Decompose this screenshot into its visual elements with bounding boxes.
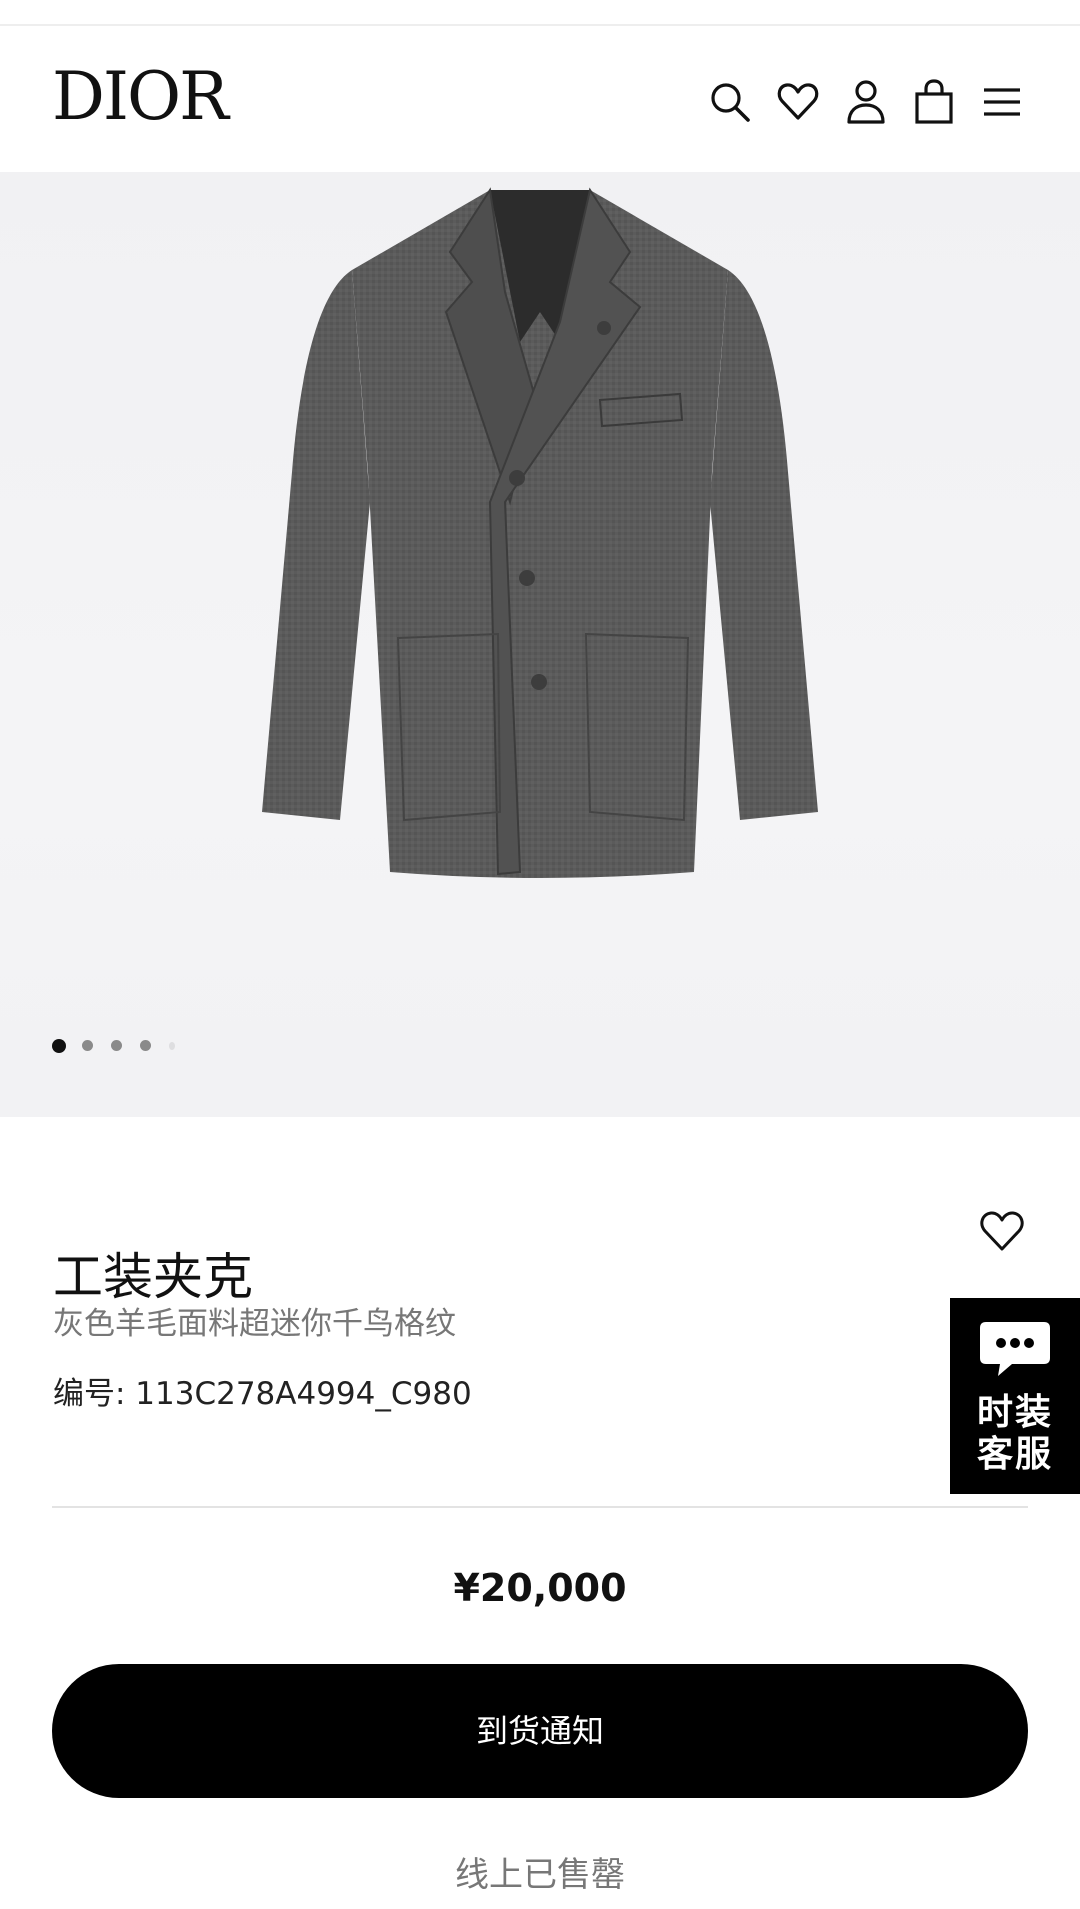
sold-out-status: 线上已售罄	[455, 1855, 625, 1895]
search-icon[interactable]	[708, 78, 752, 126]
user-icon[interactable]	[844, 78, 888, 126]
product-image-jacket	[262, 187, 818, 878]
shopping-bag-icon[interactable]	[912, 78, 956, 126]
chat-bubble-icon	[980, 1322, 1050, 1376]
product-sku: 编号: 113C278A4994_C980	[53, 1376, 472, 1412]
product-price: ¥20,000	[453, 1566, 627, 1610]
carousel-dot[interactable]	[169, 1042, 175, 1050]
site-header: DIOR	[0, 26, 1080, 172]
heart-icon[interactable]	[776, 78, 820, 126]
carousel-dot[interactable]	[140, 1040, 151, 1051]
carousel-dot[interactable]	[111, 1040, 122, 1051]
customer-service-chat-button[interactable]: 时装 客服	[950, 1298, 1080, 1494]
add-to-wishlist-heart-icon[interactable]	[979, 1209, 1025, 1253]
section-divider	[52, 1506, 1028, 1508]
product-title: 工装夹克	[53, 1247, 253, 1306]
product-subtitle: 灰色羊毛面料超迷你千鸟格纹	[53, 1306, 456, 1342]
chat-widget-label: 时装 客服	[976, 1392, 1053, 1475]
menu-icon[interactable]	[980, 78, 1024, 126]
brand-logo[interactable]: DIOR	[52, 64, 229, 130]
carousel-dot[interactable]	[82, 1040, 93, 1051]
carousel-dot-active[interactable]	[52, 1039, 66, 1053]
notify-when-available-button[interactable]: 到货通知	[52, 1664, 1028, 1798]
product-image-gallery[interactable]	[0, 172, 1080, 1117]
